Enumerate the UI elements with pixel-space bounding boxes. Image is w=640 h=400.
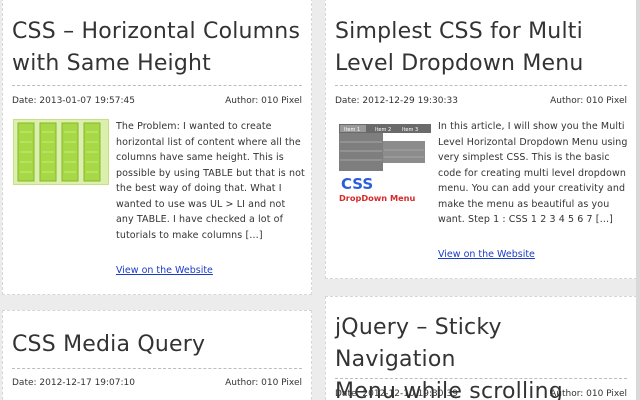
title-divider (12, 368, 302, 369)
post-title-line: CSS Media Query (12, 332, 206, 357)
post-date: Date: 2012-12-29 19:30:33 (335, 96, 458, 106)
view-on-website-link[interactable]: View on the Website (116, 263, 213, 278)
post-grid: CSS – Horizontal Columns with Same Heigh… (0, 0, 640, 400)
post-title-horizontal-columns[interactable]: CSS – Horizontal Columns with Same Heigh… (12, 16, 302, 80)
post-author: Author: 010 Pixel (550, 96, 627, 106)
page-edge-shadow (636, 0, 640, 400)
post-thumbnail-columns[interactable] (13, 119, 109, 185)
title-divider (335, 85, 627, 86)
post-title-line: with Same Height (12, 51, 211, 76)
post-meta: Date: 2012-12-29 19:30:33 Author: 010 Pi… (335, 94, 627, 108)
post-card-horizontal-columns: CSS – Horizontal Columns with Same Heigh… (2, 0, 312, 295)
title-divider (12, 85, 302, 86)
post-excerpt: The Problem: I wanted to create horizont… (116, 121, 305, 241)
post-card-jquery-sticky-navigation: jQuery – Sticky Navigation Menu while sc… (325, 296, 637, 400)
title-divider (335, 378, 627, 379)
post-author: Author: 010 Pixel (550, 389, 627, 399)
post-date: Date: 2013-01-07 19:57:45 (12, 96, 135, 106)
thumb-menu-item: Item 1 (344, 127, 360, 133)
post-meta: Date: 2013-01-07 19:57:45 Author: 010 Pi… (12, 94, 302, 108)
post-date: Date: 2012-12-10 19:30:39 (335, 389, 458, 399)
post-meta: Date: 2012-12-10 19:30:39 Author: 010 Pi… (335, 387, 627, 400)
dropdown-thumbnail-image: Item 1 Item 2 Item 3 CSS DropDown Menu (339, 124, 431, 203)
post-date: Date: 2012-12-17 19:07:10 (12, 378, 135, 388)
post-excerpt: In this article, I will show you the Mul… (438, 121, 628, 225)
thumb-menu-item: Item 3 (402, 127, 418, 133)
post-card-multi-level-dropdown: Simplest CSS for Multi Level Dropdown Me… (325, 0, 637, 279)
thumb-menu-item: Item 2 (375, 127, 391, 133)
post-title-line: CSS – Horizontal Columns (12, 19, 301, 44)
post-title-line: jQuery – Sticky Navigation (335, 315, 502, 372)
columns-thumbnail-image (17, 122, 101, 182)
post-card-css-media-query: CSS Media Query Date: 2012-12-17 19:07:1… (2, 310, 312, 400)
post-meta: Date: 2012-12-17 19:07:10 Author: 010 Pi… (12, 376, 302, 390)
post-author: Author: 010 Pixel (225, 96, 302, 106)
thumb-logo-subtitle: DropDown Menu (339, 193, 416, 203)
post-title-line: Simplest CSS for Multi (335, 19, 583, 44)
thumb-logo-css: CSS (341, 175, 373, 193)
post-title-css-media-query[interactable]: CSS Media Query (12, 329, 302, 361)
view-on-website-link[interactable]: View on the Website (438, 247, 535, 262)
post-title-multi-level-dropdown[interactable]: Simplest CSS for Multi Level Dropdown Me… (335, 16, 627, 80)
post-thumbnail-dropdown[interactable]: Item 1 Item 2 Item 3 CSS DropDown Menu (338, 123, 432, 208)
post-title-line: Level Dropdown Menu (335, 51, 584, 76)
post-author: Author: 010 Pixel (225, 378, 302, 388)
